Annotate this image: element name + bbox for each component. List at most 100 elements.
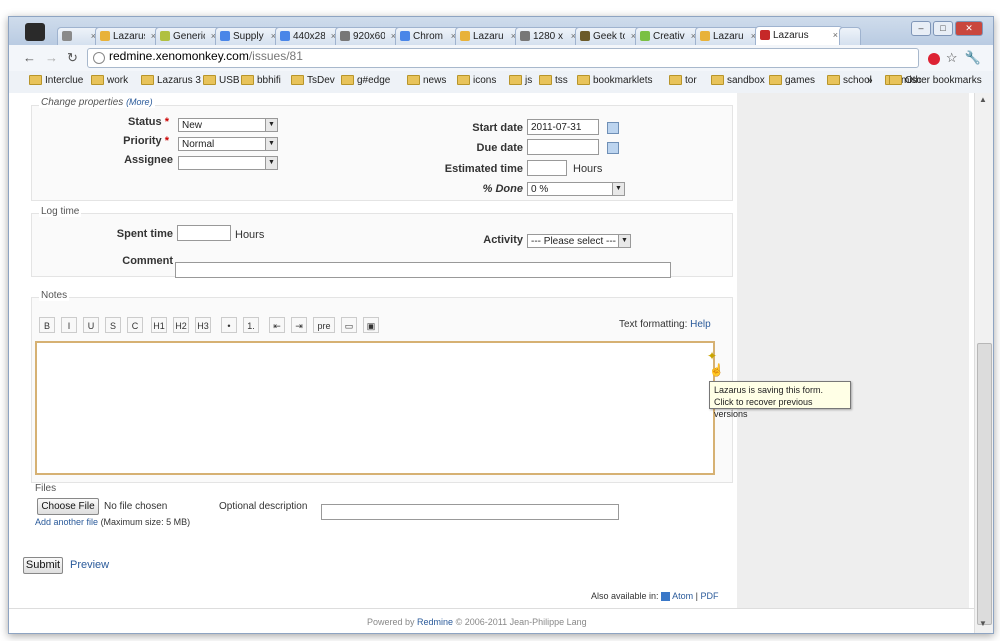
heading2-button[interactable]: H2 [173,317,189,333]
files-label: Files [35,483,57,494]
calendar-icon[interactable] [607,122,619,134]
browser-tab[interactable]: 920x60 × [335,27,401,46]
close-window-button[interactable]: ✕ [955,21,983,36]
close-tab-icon[interactable]: × [833,30,838,40]
calendar-icon[interactable] [607,142,619,154]
ordered-list-button[interactable]: 1. [243,317,259,333]
bookmark-folder[interactable]: Lazarus 3 [141,75,201,86]
help-link[interactable]: Help [690,319,711,330]
address-bar[interactable]: redmine.xenomonkey.com/issues/81 [87,48,919,68]
browser-tab[interactable]: 1280 x × [515,27,581,46]
image-button[interactable]: ▣ [363,317,379,333]
heading3-button[interactable]: H3 [195,317,211,333]
bookmark-folder[interactable]: tss [539,75,568,86]
folder-icon [769,75,782,86]
done-select[interactable]: 0 % ▼ [527,182,625,196]
pdf-link[interactable]: PDF [700,591,718,601]
outdent-button[interactable]: ⇤ [269,317,285,333]
browser-tab[interactable]: Lazarus× [755,26,843,46]
strikethrough-button[interactable]: S [105,317,121,333]
unordered-list-button[interactable]: • [221,317,237,333]
bookmark-folder[interactable]: js [509,75,532,86]
scrollbar-thumb[interactable] [977,343,992,625]
estimated-time-input[interactable] [527,160,567,176]
optional-description-input[interactable] [321,504,619,520]
browser-tab[interactable]: Supply × [215,27,281,46]
forward-arrow-icon[interactable]: → [45,50,58,65]
redmine-link[interactable]: Redmine [417,617,453,627]
browser-tab[interactable]: Lazaru × [455,27,521,46]
bookmark-folder[interactable]: g#edge [341,75,390,86]
bookmark-folder[interactable]: Interclue [29,75,83,86]
bookmark-star-icon[interactable]: ☆ [946,50,958,65]
back-arrow-icon[interactable]: ← [23,50,36,65]
notes-legend: Notes [39,290,70,301]
underline-button[interactable]: U [83,317,99,333]
bookmark-label: bbhifi [257,75,281,86]
folder-icon [827,75,840,86]
bookmark-folder[interactable]: TsDev [291,75,335,86]
browser-tab[interactable]: 440x28 × [275,27,341,46]
vertical-scrollbar[interactable]: ▲ ▼ [974,93,993,633]
bookmark-folder[interactable]: USB [203,75,240,86]
bookmark-folder[interactable]: work [91,75,128,86]
bookmark-folder[interactable]: bbhifi [241,75,281,86]
bookmark-folder[interactable]: sandbox [711,75,765,86]
bookmark-folder[interactable]: games [769,75,815,86]
spent-time-input[interactable] [177,225,231,241]
bookmark-folder[interactable]: news [407,75,446,86]
comment-input[interactable] [175,262,671,278]
indent-button[interactable]: ⇥ [291,317,307,333]
start-date-input[interactable]: 2011-07-31 [527,119,599,135]
more-link[interactable]: (More) [126,97,153,107]
browser-tab[interactable]: Lazarus× [95,27,161,46]
tab-title: 920x60 [353,31,385,42]
bold-button[interactable]: B [39,317,55,333]
wiki-link-button[interactable]: ▭ [341,317,357,333]
bookmark-label: games [785,75,816,86]
scroll-down-icon[interactable]: ▼ [979,619,987,628]
browser-tab[interactable]: Chrom × [395,27,461,46]
chevron-down-icon: ▼ [265,119,277,131]
due-date-input[interactable] [527,139,599,155]
notes-textarea[interactable] [35,341,715,475]
scroll-up-icon[interactable]: ▲ [979,95,987,104]
preview-link[interactable]: Preview [70,559,109,571]
bookmark-label: icons [473,75,497,86]
browser-tab[interactable]: Lazaru × [695,27,761,46]
lazarus-save-icon[interactable]: ✦ [707,349,717,363]
feed-icon [661,592,671,602]
choose-file-button[interactable]: Choose File [37,498,99,515]
add-another-file-link[interactable]: Add another file [35,517,98,527]
maximize-button[interactable]: □ [933,21,953,36]
italic-button[interactable]: I [61,317,77,333]
book-icon [580,31,590,41]
code-button[interactable]: C [127,317,143,333]
new-tab-button[interactable] [839,27,861,46]
page-globe-icon [93,52,105,64]
bookmark-folder[interactable]: icons [457,75,496,86]
mouse-cursor-icon: ☝ [709,363,724,377]
bookmark-folder[interactable]: bookmarklets [577,75,652,86]
other-bookmarks-folder[interactable]: Other bookmarks [889,75,982,86]
preformatted-button[interactable]: pre [313,317,335,333]
heading1-button[interactable]: H1 [151,317,167,333]
assignee-select[interactable]: ▼ [178,156,278,170]
wrench-menu-icon[interactable]: 🔧 [965,50,981,65]
bookmark-folder[interactable]: school [827,75,872,86]
folder-icon [141,75,154,86]
start-date-label: Start date [472,122,523,134]
browser-tab[interactable]: Geek to × [575,27,641,46]
atom-link[interactable]: Atom [672,591,693,601]
activity-select[interactable]: --- Please select --- ▼ [527,234,631,248]
browser-tab[interactable]: Creativ × [635,27,701,46]
priority-select[interactable]: Normal ▼ [178,137,278,151]
browser-tab[interactable]: Generic × [155,27,221,46]
submit-button[interactable]: Submit [23,557,63,574]
minimize-button[interactable]: – [911,21,931,36]
adblock-icon[interactable] [927,52,940,65]
bookmarks-overflow-icon[interactable]: » [867,75,873,86]
bookmark-folder[interactable]: tor [669,75,697,86]
reload-icon[interactable]: ↻ [67,50,78,66]
status-select[interactable]: New ▼ [178,118,278,132]
